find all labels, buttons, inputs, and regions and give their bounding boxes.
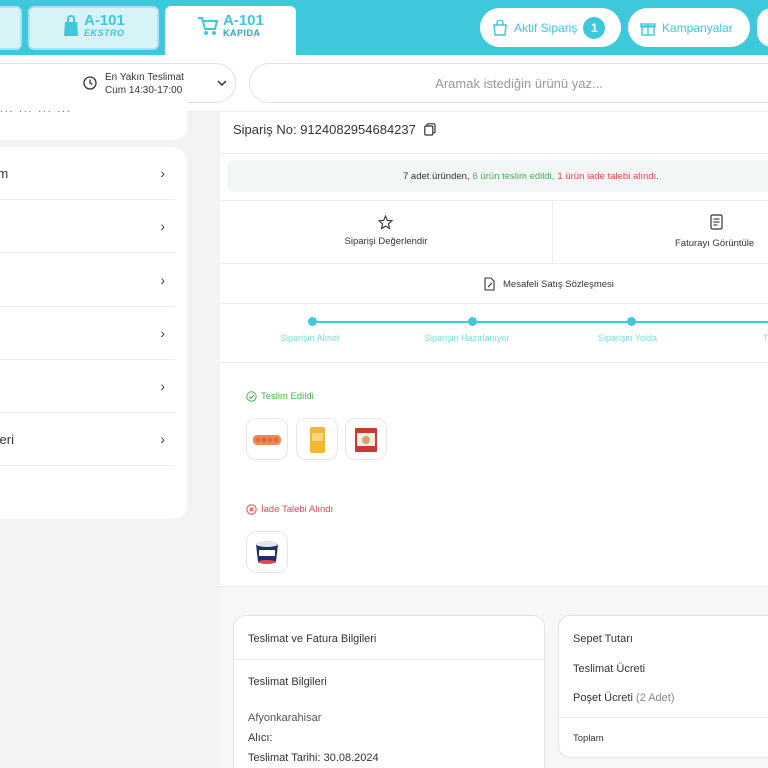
top-bar: A-101 EKSTRO A-101 KAPIDA Aktif Sipariş … (0, 0, 768, 55)
delivered-label: Teslim Edildi (261, 391, 314, 402)
bag-count: (2 Adet) (635, 692, 675, 704)
product-yogurt-image (256, 541, 278, 564)
copy-icon[interactable] (424, 123, 436, 136)
recipient-label: Alıcı: (248, 732, 273, 744)
gift-icon (640, 22, 656, 36)
delivery-info-card: Teslimat ve Fatura Bilgileri Teslimat Bi… (233, 615, 545, 768)
step-dot (468, 317, 477, 326)
delivery-time-selector[interactable]: En Yakın Teslimat Cum 14:30-17:00 (0, 63, 236, 103)
chevron-right-icon: › (160, 272, 165, 288)
summary-delivered: 6 ürün teslim edildi, (472, 170, 555, 182)
active-orders-count: 1 (583, 16, 606, 39)
delivery-city: Afyonkarahisar (248, 712, 322, 724)
basket-total-label: Sepet Tutarı (573, 633, 633, 645)
x-circle-icon (246, 504, 257, 515)
partial-pill[interactable] (757, 8, 768, 47)
kapida-brand: A-101 (223, 12, 264, 29)
delivery-date: Teslimat Tarihi: 30.08.2024 (248, 752, 379, 764)
order-summary-banner: 7 adet üründen, 6 ürün teslim edildi, 1 … (227, 160, 768, 192)
return-label: İade Talebi Alındı (261, 504, 334, 515)
progress-line (313, 321, 768, 323)
step-label: Siparişin Alındı (280, 333, 340, 343)
product-thumbnail[interactable] (296, 418, 338, 460)
bag-icon (493, 19, 507, 36)
view-invoice-label: Faturayı Görüntüle (675, 238, 755, 249)
chevron-down-icon (217, 80, 227, 87)
order-number: Sipariş No: 9124082954684237 (233, 122, 416, 137)
divider (220, 153, 768, 154)
divider (220, 362, 768, 363)
sidebar-item-4[interactable]: › (0, 307, 175, 360)
bag-fee-text: Poşet Ücreti (573, 692, 633, 704)
sidebar-top-fragment: ... ... ... ... (0, 104, 72, 115)
sidebar-top-card: ... ... ... ... (0, 100, 187, 140)
step-label: Siparişin Hazırlanıyor (424, 333, 510, 343)
chevron-right-icon: › (160, 378, 165, 394)
chevron-right-icon: › (160, 431, 165, 447)
chevron-right-icon: › (160, 165, 165, 181)
delivery-info-title: Teslimat ve Fatura Bilgileri (248, 633, 377, 645)
sidebar-item-1[interactable]: lerim › (0, 147, 175, 200)
product-thumbnail[interactable] (345, 418, 387, 460)
chevron-right-icon: › (160, 325, 165, 341)
tab-partial[interactable] (0, 6, 22, 50)
active-orders-button[interactable]: Aktif Sipariş 1 (480, 8, 621, 47)
divider (559, 717, 768, 718)
product-box-image (355, 428, 377, 452)
clock-icon (83, 76, 97, 90)
product-cheese-image (310, 427, 325, 453)
delivery-fee-label: Teslimat Ücreti (573, 663, 646, 675)
sidebar-menu: lerim › n › n › › › cihleri › (0, 147, 187, 519)
sidebar-item-label: cihleri (0, 431, 14, 447)
document-icon (710, 214, 723, 230)
product-thumbnail[interactable] (246, 418, 288, 460)
bag-fee-label: Poşet Ücreti (2 Adet) (573, 692, 675, 704)
step-label: Siparişin Yolda (598, 333, 658, 343)
contract-link[interactable]: Mesafeli Satış Sözleşmesi (483, 277, 614, 291)
divider (220, 263, 768, 264)
campaigns-button[interactable]: Kampanyalar (628, 8, 750, 47)
cart-summary-card: Sepet Tutarı Teslimat Ücreti Poşet Ücret… (558, 615, 768, 758)
search-placeholder: Aramak istediğin ürünü yaz... (435, 75, 603, 91)
cart-icon (198, 17, 219, 35)
sidebar-item-3[interactable]: n › (0, 254, 175, 307)
divider (220, 303, 768, 304)
total-label: Toplam (573, 733, 604, 744)
divider (234, 659, 544, 660)
delivered-status: Teslim Edildi (246, 391, 314, 402)
view-invoice-button[interactable]: Faturayı Görüntüle (553, 201, 768, 263)
sidebar-item-6[interactable]: cihleri › (0, 413, 175, 466)
rate-order-button[interactable]: Siparişi Değerlendir (220, 201, 552, 263)
summary-returned: 1 ürün iade talebi alındı. (557, 170, 659, 182)
tab-a101-kapida[interactable]: A-101 KAPIDA (165, 6, 296, 55)
product-sausage-image (253, 435, 281, 445)
delivery-time: Cum 14:30-17:00 (105, 85, 183, 96)
chevron-right-icon: › (160, 218, 165, 234)
sidebar-item-label: lerim (0, 165, 9, 181)
star-icon (378, 215, 393, 230)
step-label: T (763, 333, 768, 343)
kapida-sub: KAPIDA (223, 28, 261, 38)
step-dot (308, 317, 317, 326)
active-orders-label: Aktif Sipariş (514, 20, 578, 35)
sidebar-item-2[interactable]: n › (0, 200, 175, 253)
campaigns-label: Kampanyalar (662, 20, 733, 35)
ekstro-sub: EKSTRO (84, 28, 125, 38)
delivery-info-subtitle: Teslimat Bilgileri (248, 676, 327, 688)
shopping-bag-icon (64, 15, 78, 36)
summary-prefix: 7 adet üründen, (403, 170, 470, 182)
product-thumbnail[interactable] (246, 531, 288, 573)
search-input[interactable]: Aramak istediğin ürünü yaz... (249, 63, 768, 103)
rate-order-label: Siparişi Değerlendir (344, 236, 428, 247)
tab-a101-ekstro[interactable]: A-101 EKSTRO (28, 6, 159, 50)
delivery-title: En Yakın Teslimat (105, 72, 184, 83)
order-detail-panel: Sipariş No: 9124082954684237 7 adet ürün… (220, 112, 768, 768)
step-dot (627, 317, 636, 326)
return-status: İade Talebi Alındı (246, 504, 333, 515)
sidebar-item-5[interactable]: › (0, 360, 175, 413)
contract-label: Mesafeli Satış Sözleşmesi (503, 278, 614, 290)
edit-document-icon (484, 277, 495, 291)
check-circle-icon (246, 391, 257, 402)
ekstro-brand: A-101 (84, 12, 125, 29)
